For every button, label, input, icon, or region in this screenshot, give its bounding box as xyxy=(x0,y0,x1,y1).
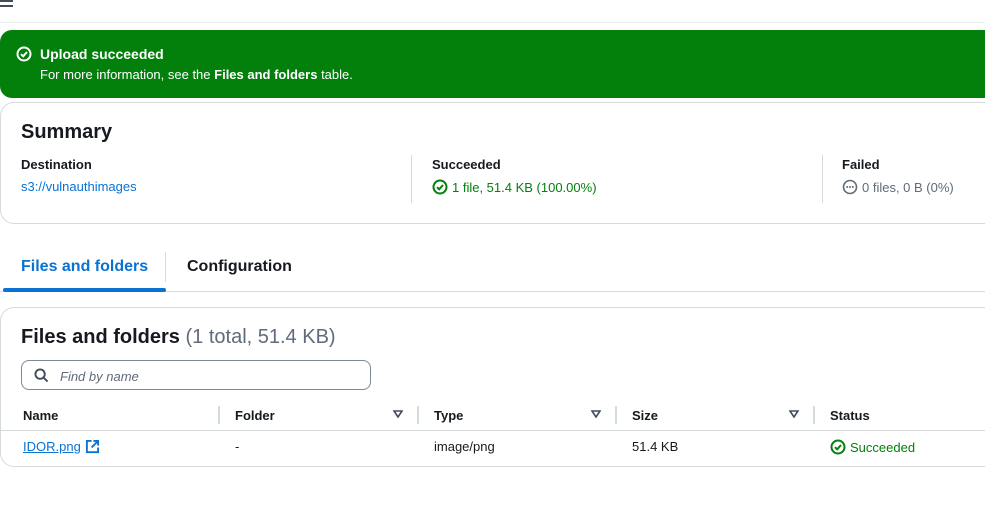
cell-size: 51.4 KB xyxy=(632,439,679,454)
succeeded-label: Succeeded xyxy=(432,157,501,172)
banner-title: Upload succeeded xyxy=(40,46,164,62)
external-link-icon[interactable] xyxy=(85,439,100,454)
column-header-type[interactable]: Type xyxy=(434,408,463,423)
column-header-status[interactable]: Status xyxy=(830,408,870,423)
success-check-icon xyxy=(16,46,32,62)
search-input[interactable] xyxy=(58,365,362,387)
sort-caret-icon[interactable] xyxy=(789,410,799,418)
tab-bar: Files and folders Configuration xyxy=(0,244,985,292)
success-check-icon xyxy=(432,179,448,195)
summary-card: Summary Destination s3://vulnauthimages … xyxy=(0,102,985,224)
failed-value: 0 files, 0 B (0%) xyxy=(862,179,954,195)
failed-column: Failed 0 files, 0 B (0%) xyxy=(842,157,954,195)
cell-folder: - xyxy=(235,439,240,454)
tab-configuration[interactable]: Configuration xyxy=(187,244,292,290)
files-and-folders-card: Files and folders (1 total, 51.4 KB) Nam… xyxy=(0,307,985,467)
column-resizer[interactable] xyxy=(813,406,815,424)
status-text: Succeeded xyxy=(850,439,916,455)
column-resizer[interactable] xyxy=(615,406,617,424)
success-check-icon xyxy=(830,439,846,455)
files-title: Files and folders (1 total, 51.4 KB) xyxy=(21,326,336,348)
search-icon xyxy=(34,368,49,383)
column-resizer[interactable] xyxy=(417,406,419,424)
failed-label: Failed xyxy=(842,157,880,172)
sort-caret-icon[interactable] xyxy=(393,410,403,418)
files-count: (1 total, 51.4 KB) xyxy=(185,326,336,348)
column-resizer[interactable] xyxy=(218,406,220,424)
cell-type: image/png xyxy=(434,439,495,454)
column-divider xyxy=(822,155,823,203)
top-bar xyxy=(0,0,985,23)
upload-success-banner: Upload succeeded For more information, s… xyxy=(0,30,985,98)
destination-link[interactable]: s3://vulnauthimages xyxy=(21,179,137,194)
table-row: IDOR.png - image/png 51.4 KB Succeeded xyxy=(1,431,985,463)
destination-label: Destination xyxy=(21,157,92,172)
pending-circle-icon xyxy=(842,179,858,195)
column-header-size[interactable]: Size xyxy=(632,408,658,423)
destination-column: Destination s3://vulnauthimages xyxy=(21,157,137,194)
cell-name: IDOR.png xyxy=(23,439,100,454)
column-header-name[interactable]: Name xyxy=(23,408,58,423)
table-header: Name Folder Type Size Status xyxy=(1,400,985,431)
menu-icon[interactable] xyxy=(0,0,14,10)
sort-caret-icon[interactable] xyxy=(591,410,601,418)
file-link[interactable]: IDOR.png xyxy=(23,439,81,454)
banner-description: For more information, see the Files and … xyxy=(40,67,353,82)
tab-files-and-folders[interactable]: Files and folders xyxy=(2,244,167,292)
cell-status: Succeeded xyxy=(830,439,915,455)
succeeded-column: Succeeded 1 file, 51.4 KB (100.00%) xyxy=(432,157,597,195)
tab-divider xyxy=(165,252,166,282)
search-field[interactable] xyxy=(21,360,371,390)
column-divider xyxy=(411,155,412,203)
summary-title: Summary xyxy=(21,121,113,143)
column-header-folder[interactable]: Folder xyxy=(235,408,275,423)
succeeded-value: 1 file, 51.4 KB (100.00%) xyxy=(452,179,597,195)
